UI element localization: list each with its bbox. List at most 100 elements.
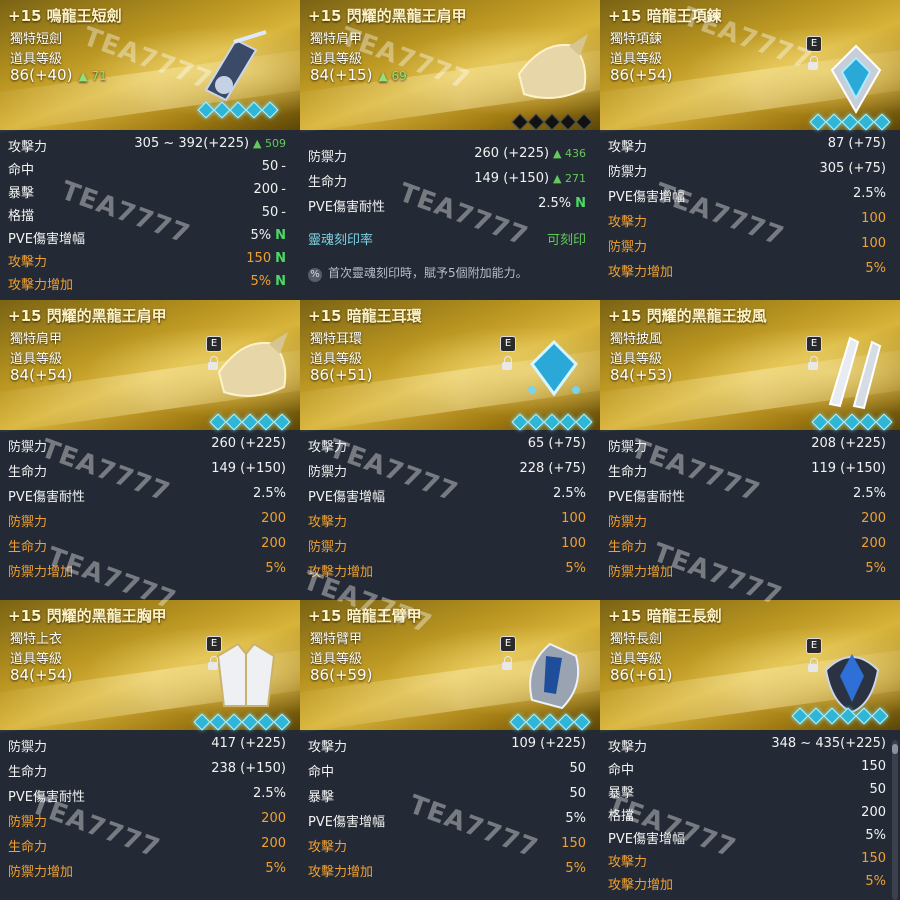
- stat-name: 防禦力: [608, 440, 648, 455]
- stat-value-text: 100: [861, 211, 886, 226]
- item-type: 獨特肩甲: [10, 332, 63, 347]
- stat-value: 5%: [265, 561, 286, 576]
- stat-name: PVE傷害增幅: [308, 490, 385, 505]
- socket-gems: [193, 713, 291, 731]
- item-title: +15 鳴龍王短劍: [8, 7, 122, 25]
- stat-value-text: 200: [861, 511, 886, 526]
- stat-value: 100: [561, 536, 586, 551]
- gem-icon: [871, 707, 889, 725]
- stat-row: 命中 150: [608, 759, 886, 779]
- stat-name: 防禦力: [8, 440, 48, 455]
- item-card[interactable]: +15 鳴龍王短劍 獨特短劍 道具等級 86(+40) ▲ 71 攻擊力 305 ~ 392…: [0, 0, 300, 300]
- item-type: 獨特臂甲: [310, 632, 363, 647]
- stat-row: 攻擊力增加 5%: [608, 874, 886, 894]
- equipped-badge-icon: E: [806, 36, 822, 52]
- stat-value: 2.5%: [553, 486, 586, 501]
- stat-row: 防禦力增加 5%: [8, 561, 286, 581]
- socket-gems: [811, 413, 893, 431]
- stat-name: 生命力: [8, 765, 48, 780]
- item-card[interactable]: +15 暗龍王項鍊 獨特項鍊 道具等級 86(+54) E 攻擊力 87 (+75) 防禦力 3…: [600, 0, 900, 300]
- stat-value: 200: [261, 836, 286, 851]
- stat-name: 生命力: [8, 465, 48, 480]
- stat-name: PVE傷害耐性: [608, 490, 685, 505]
- stat-value-text: 150: [561, 836, 586, 851]
- stat-value-text: 200: [253, 182, 279, 197]
- stat-row: PVE傷害耐性 2.5% N: [308, 196, 586, 216]
- item-type: 獨特長劍: [610, 632, 663, 647]
- item-stats: 攻擊力 348 ~ 435(+225) 命中 150 暴擊 50 格擋 200 PVE傷害增幅 5…: [600, 730, 900, 900]
- item-level-label: 道具等級: [610, 652, 663, 667]
- item-tooltip-grid: +15 鳴龍王短劍 獨特短劍 道具等級 86(+40) ▲ 71 攻擊力 305 ~ 392…: [0, 0, 900, 900]
- stat-value-text: 150: [861, 759, 886, 774]
- stat-value: 2.5%: [253, 486, 286, 501]
- item-card[interactable]: +15 閃耀的黑龍王肩甲 獨特肩甲 道具等級 84(+54) E 防禦力 260 (+225…: [0, 300, 300, 600]
- stat-value: 50: [869, 782, 886, 797]
- item-title: +15 暗龍王臂甲: [308, 607, 422, 625]
- stat-value: 65 (+75): [528, 436, 586, 451]
- item-stats: 防禦力 208 (+225) 生命力 119 (+150) PVE傷害耐性 2.5% 防禦力…: [600, 430, 900, 600]
- socket-gems: [511, 113, 593, 131]
- item-card[interactable]: +15 閃耀的黑龍王胸甲 獨特上衣 道具等級 84(+54) E 防禦力 417 (+225…: [0, 600, 300, 900]
- item-level-label: 道具等級: [310, 652, 363, 667]
- gem-icon: [873, 113, 891, 131]
- stat-name: 攻擊力: [8, 255, 48, 270]
- stat-suffix: -: [281, 182, 286, 197]
- stat-value: 200: [861, 805, 886, 820]
- stat-value: 149 (+150) ▲ 271: [474, 171, 586, 186]
- stat-row: PVE傷害耐性 2.5%: [8, 786, 286, 806]
- stat-value-text: 5%: [865, 561, 886, 576]
- tooltip-scrollbar[interactable]: [892, 740, 898, 900]
- stat-value-text: 2.5%: [852, 486, 886, 501]
- stat-row: 防禦力 200: [8, 811, 286, 831]
- stat-value-text: 可刻印: [546, 233, 586, 248]
- item-type: 獨特耳環: [310, 332, 363, 347]
- stat-value: 150 N: [246, 251, 286, 266]
- item-card[interactable]: +15 暗龍王耳環 獨特耳環 道具等級 86(+51) E 攻擊力 65 (+75) 防禦力 2…: [300, 300, 600, 600]
- stat-row: 防禦力 260 (+225) ▲ 436: [308, 146, 586, 166]
- stat-name: 攻擊力: [608, 215, 648, 230]
- new-stat-marker: N: [275, 274, 286, 289]
- stat-row: 防禦力增加 5%: [608, 561, 886, 581]
- item-level-label: 道具等級: [10, 652, 63, 667]
- item-level-label: 道具等級: [610, 352, 663, 367]
- socket-gems: [791, 707, 889, 725]
- stat-value: 200: [261, 811, 286, 826]
- gem-icon: [575, 113, 593, 131]
- stat-name: PVE傷害耐性: [8, 790, 85, 805]
- gem-icon: [855, 707, 873, 725]
- item-card[interactable]: +15 閃耀的黑龍王披風 獨特披風 道具等級 84(+53) E 防禦力 208 (+225…: [600, 300, 900, 600]
- item-card[interactable]: +15 暗龍王長劍 獨特長劍 道具等級 86(+61) E 攻擊力 348 ~ 435(+2…: [600, 600, 900, 900]
- stat-name: 防禦力: [608, 165, 648, 180]
- gem-icon: [575, 413, 593, 431]
- stat-value: 150: [561, 836, 586, 851]
- item-card[interactable]: +15 閃耀的黑龍王肩甲 獨特肩甲 道具等級 84(+15) ▲ 69 防禦力 260 (+…: [300, 0, 600, 300]
- stat-value-text: 149 (+150): [474, 171, 550, 186]
- stat-name: PVE傷害耐性: [308, 200, 385, 215]
- gem-icon: [273, 413, 291, 431]
- stat-name: 格擋: [608, 809, 635, 824]
- item-card[interactable]: +15 暗龍王臂甲 獨特臂甲 道具等級 86(+59) E 攻擊力 109 (+225) 命中…: [300, 600, 600, 900]
- stat-value: 2.5%: [853, 486, 886, 501]
- stat-value: 150: [861, 851, 886, 866]
- stat-row: 生命力 149 (+150) ▲ 271: [308, 171, 586, 191]
- stat-row: 防禦力增加 5%: [8, 861, 286, 881]
- stat-value: 87 (+75): [828, 136, 886, 151]
- gem-icon: [213, 101, 231, 119]
- item-level-value: 86(+51): [310, 366, 373, 384]
- stat-row: PVE傷害增幅 5% N: [8, 228, 286, 248]
- gem-icon: [209, 713, 227, 731]
- stat-value: 50-: [262, 159, 286, 174]
- stat-name: 攻擊力增加: [608, 265, 674, 280]
- gem-icon: [823, 707, 841, 725]
- stat-name: PVE傷害增幅: [308, 815, 385, 830]
- stat-row: 生命力 200: [608, 536, 886, 556]
- stat-name: 生命力: [8, 540, 48, 555]
- stat-value-text: 5%: [865, 874, 886, 889]
- stat-gain: ▲ 271: [553, 172, 586, 185]
- stat-value: 可刻印: [547, 229, 586, 248]
- gem-icon: [839, 707, 857, 725]
- stat-value-text: 150: [861, 851, 886, 866]
- stat-row: 生命力 200: [8, 536, 286, 556]
- stat-value: 200: [261, 511, 286, 526]
- stat-value-text: 100: [561, 511, 586, 526]
